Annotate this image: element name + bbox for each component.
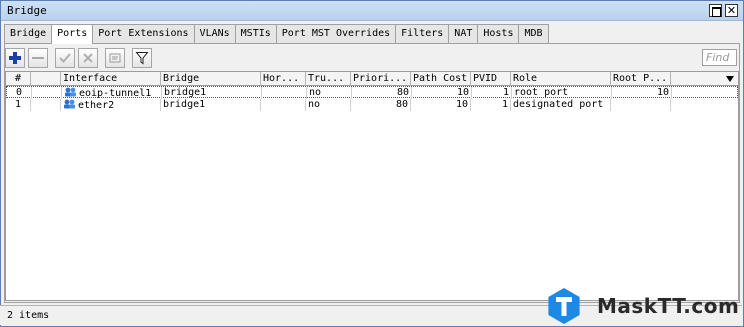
row-flags xyxy=(32,87,62,99)
row-interface: eoip-tunnel1 xyxy=(62,87,162,99)
col-root-path-cost[interactable]: Root P... xyxy=(611,72,671,86)
enable-button[interactable] xyxy=(55,48,75,68)
tab-hosts[interactable]: Hosts xyxy=(477,24,520,43)
interface-name: ether2 xyxy=(78,100,115,111)
tab-ports[interactable]: Ports xyxy=(51,24,94,44)
row-pvid: 1 xyxy=(472,87,512,99)
row-interface: ether2 xyxy=(61,99,161,111)
table-header: # Interface Bridge Hor... Tru... Priori.… xyxy=(6,72,738,86)
close-button[interactable]: ✕ xyxy=(725,4,738,17)
tab-strip: Bridge Ports Port Extensions VLANs MSTIs… xyxy=(4,24,549,44)
disable-icon xyxy=(83,53,93,63)
row-horizon xyxy=(262,87,307,99)
row-trusted: no xyxy=(306,99,351,111)
table-row[interactable]: 0 eoip-tunnel1 bridge1 no 80 10 1 root p… xyxy=(6,86,738,99)
tab-nat[interactable]: NAT xyxy=(448,24,479,43)
filter-button[interactable] xyxy=(132,48,152,68)
disable-button[interactable] xyxy=(78,48,98,68)
tab-mdb[interactable]: MDB xyxy=(518,24,549,43)
col-role[interactable]: Role xyxy=(511,72,611,86)
row-priority: 80 xyxy=(351,99,411,111)
add-button[interactable] xyxy=(5,48,25,68)
row-path-cost: 10 xyxy=(411,99,471,111)
tab-bridge[interactable]: Bridge xyxy=(4,24,53,43)
col-interface[interactable]: Interface xyxy=(61,72,161,86)
row-pvid: 1 xyxy=(471,99,511,111)
col-pvid[interactable]: PVID xyxy=(471,72,511,86)
watermark-text: MaskTT.com xyxy=(597,294,740,318)
row-horizon xyxy=(261,99,306,111)
toolbar xyxy=(5,48,152,69)
row-path-cost: 10 xyxy=(412,87,472,99)
interface-name: eoip-tunnel1 xyxy=(79,88,152,99)
maximize-button[interactable] xyxy=(709,4,722,17)
row-root-path-cost xyxy=(611,99,671,111)
col-bridge[interactable]: Bridge xyxy=(161,72,261,86)
row-index: 1 xyxy=(6,99,31,111)
add-icon xyxy=(9,52,21,64)
col-index[interactable]: # xyxy=(6,72,31,86)
remove-button[interactable] xyxy=(28,48,48,68)
row-flags xyxy=(31,99,61,111)
tab-mstis[interactable]: MSTIs xyxy=(234,24,277,43)
comment-icon xyxy=(109,53,121,63)
row-index: 0 xyxy=(7,87,32,99)
col-path-cost[interactable]: Path Cost xyxy=(411,72,471,86)
row-root-path-cost: 10 xyxy=(612,87,672,99)
table-row[interactable]: 1 ether2 bridge1 no 80 10 1 designated p… xyxy=(6,99,738,111)
watermark: MaskTT.com xyxy=(543,286,743,326)
row-priority: 80 xyxy=(352,87,412,99)
find-input[interactable]: Find xyxy=(702,49,737,66)
interface-icon xyxy=(65,87,76,97)
row-bridge: bridge1 xyxy=(162,87,262,99)
ports-table: # Interface Bridge Hor... Tru... Priori.… xyxy=(5,71,739,301)
comment-button[interactable] xyxy=(105,48,125,68)
window-title: Bridge xyxy=(7,4,47,17)
item-count: 2 items xyxy=(7,310,50,321)
row-role: designated port xyxy=(511,99,611,111)
row-bridge: bridge1 xyxy=(161,99,261,111)
title-bar[interactable]: Bridge ✕ xyxy=(1,1,743,21)
enable-icon xyxy=(59,53,71,63)
filter-icon xyxy=(135,52,149,65)
row-trusted: no xyxy=(307,87,352,99)
col-trusted[interactable]: Tru... xyxy=(306,72,351,86)
tab-port-extensions[interactable]: Port Extensions xyxy=(92,24,195,43)
column-menu-icon[interactable] xyxy=(726,76,734,82)
tab-vlans[interactable]: VLANs xyxy=(193,24,236,43)
tab-port-mst-overrides[interactable]: Port MST Overrides xyxy=(275,24,397,43)
row-role: root port xyxy=(512,87,612,99)
col-flags[interactable] xyxy=(31,72,61,86)
col-priority[interactable]: Priori... xyxy=(351,72,411,86)
col-horizon[interactable]: Hor... xyxy=(261,72,306,86)
interface-icon xyxy=(64,99,75,109)
remove-icon xyxy=(32,57,44,59)
watermark-logo-icon xyxy=(548,288,580,324)
tab-filters[interactable]: Filters xyxy=(395,24,450,43)
